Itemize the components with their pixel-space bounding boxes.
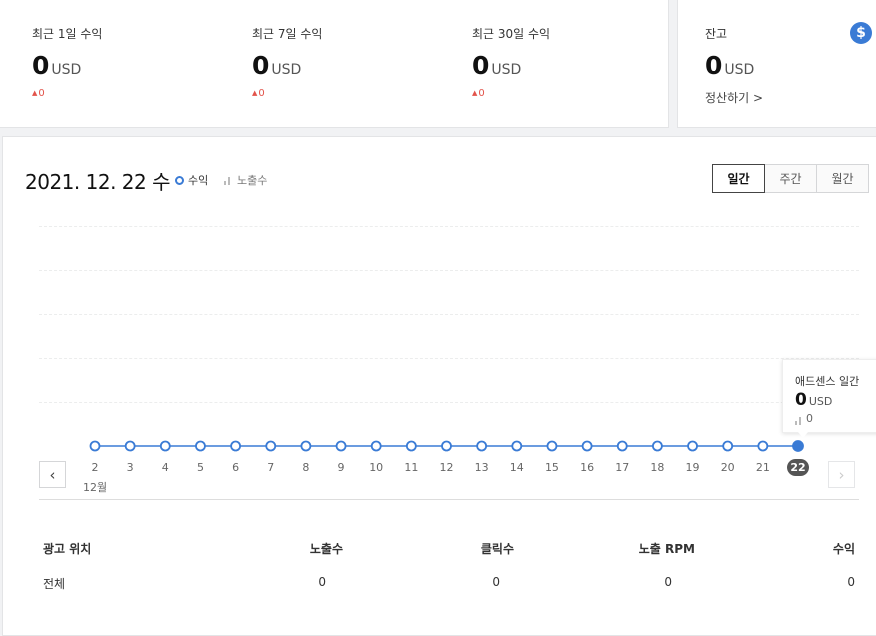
earnings-summary-card: 최근 1일 수익 0 USD ▲0 최근 7일 수익 0 USD ▲0 최근 30일… (0, 0, 669, 128)
x-tick-label[interactable]: 15 (537, 461, 567, 474)
data-point[interactable] (195, 440, 206, 452)
chart-tooltip: 애드센스 일간 0 USD 0 (782, 359, 876, 433)
x-tick-label[interactable]: 9 (326, 461, 356, 474)
x-tick-label[interactable]: 6 (221, 461, 251, 474)
table-header-clicks: 클릭수 (480, 542, 514, 556)
chevron-right-icon: › (838, 465, 845, 484)
x-tick-label[interactable]: 4 (150, 461, 180, 474)
data-point[interactable] (722, 440, 734, 452)
x-tick-label[interactable]: 16 (572, 461, 602, 474)
table-cell: 전체 (43, 577, 66, 591)
balance-stat: 잔고 0 USD (705, 25, 754, 80)
x-axis-month-label: 12월 (83, 481, 108, 494)
stat-label: 최근 30일 수익 (472, 27, 551, 41)
stat-last-1-day: 최근 1일 수익 0 USD ▲0 (32, 25, 103, 99)
data-point[interactable] (159, 440, 171, 452)
data-point[interactable] (370, 440, 382, 452)
data-point[interactable] (230, 440, 242, 452)
stat-delta: ▲0 (32, 88, 45, 99)
data-point[interactable] (757, 440, 769, 452)
chevron-left-icon: ‹ (49, 465, 56, 484)
x-tick-label[interactable]: 13 (467, 461, 497, 474)
up-triangle-icon: ▲ (252, 89, 258, 97)
data-point[interactable] (687, 440, 698, 452)
x-tick-label[interactable]: 11 (396, 461, 426, 474)
data-point[interactable] (335, 440, 347, 452)
divider (39, 499, 859, 500)
up-triangle-icon: ▲ (472, 89, 478, 97)
table-cell: 0 (318, 575, 326, 589)
tooltip-title: 애드센스 일간 (795, 375, 860, 388)
balance-card: 잔고 0 USD 정산하기 > $ (677, 0, 876, 128)
x-tick-label[interactable]: 21 (748, 461, 778, 474)
balance-label: 잔고 (705, 27, 728, 41)
data-point[interactable] (616, 440, 628, 452)
stat-last-30-days: 최근 30일 수익 0 USD ▲0 (472, 25, 551, 99)
x-tick-label[interactable]: 18 (642, 461, 672, 474)
stat-delta: ▲0 (472, 88, 485, 99)
x-tick-label[interactable]: 10 (361, 461, 391, 474)
data-point[interactable] (652, 440, 663, 452)
x-tick-label[interactable]: 5 (185, 461, 215, 474)
tooltip-value: 0 USD (795, 390, 833, 410)
data-point[interactable] (89, 440, 101, 452)
dollar-icon: $ (850, 22, 872, 44)
performance-chart-card: 2021. 12. 22 수 수익 노출수 일간 주간 월간 234567891… (2, 136, 876, 636)
up-triangle-icon: ▲ (32, 89, 38, 97)
tooltip-impressions: 0 (795, 412, 813, 425)
tab-daily[interactable]: 일간 (712, 164, 765, 193)
tooltip-tail (798, 432, 808, 438)
data-point[interactable] (300, 440, 312, 452)
stat-last-7-days: 최근 7일 수익 0 USD ▲0 (252, 25, 323, 99)
x-tick-label[interactable]: 19 (678, 461, 708, 474)
table-header-revenue: 수익 (832, 542, 855, 556)
table-header-ad-position: 광고 위치 (43, 542, 92, 556)
table-cell: 0 (664, 575, 672, 589)
x-tick-label[interactable]: 14 (502, 461, 532, 474)
data-point[interactable] (441, 440, 452, 452)
settle-link[interactable]: 정산하기 > (705, 89, 763, 106)
stat-value: 0 USD (472, 51, 522, 80)
stat-label: 최근 7일 수익 (252, 27, 323, 41)
x-tick-label[interactable]: 12 (432, 461, 462, 474)
data-point[interactable] (476, 440, 488, 452)
data-point[interactable] (792, 440, 804, 452)
data-point[interactable] (511, 440, 523, 452)
x-tick-label[interactable]: 7 (256, 461, 286, 474)
stat-value: 0 USD (252, 51, 302, 80)
table-header-rpm: 노출 RPM (638, 542, 695, 556)
x-tick-label[interactable]: 20 (713, 461, 743, 474)
stat-delta: ▲0 (252, 88, 265, 99)
x-tick-label[interactable]: 3 (115, 461, 145, 474)
x-tick-label[interactable]: 8 (291, 461, 321, 474)
table-header-impressions: 노출수 (309, 542, 343, 556)
balance-value: 0 USD (705, 51, 755, 80)
prev-period-button[interactable]: ‹ (39, 461, 66, 488)
x-tick-label-selected[interactable]: 22 (787, 459, 809, 476)
next-period-button[interactable]: › (828, 461, 855, 488)
data-point[interactable] (124, 440, 136, 452)
stat-label: 최근 1일 수익 (32, 27, 103, 41)
data-point[interactable] (265, 440, 277, 452)
table-cell: 0 (492, 575, 500, 589)
x-tick-label[interactable]: 2 (80, 461, 110, 474)
data-point[interactable] (405, 440, 417, 452)
stat-value: 0 USD (32, 51, 82, 80)
table-cell: 0 (847, 575, 855, 589)
x-tick-label[interactable]: 17 (607, 461, 637, 474)
data-point[interactable] (546, 440, 558, 452)
data-point[interactable] (581, 440, 593, 452)
bar-chart-icon (795, 416, 803, 425)
